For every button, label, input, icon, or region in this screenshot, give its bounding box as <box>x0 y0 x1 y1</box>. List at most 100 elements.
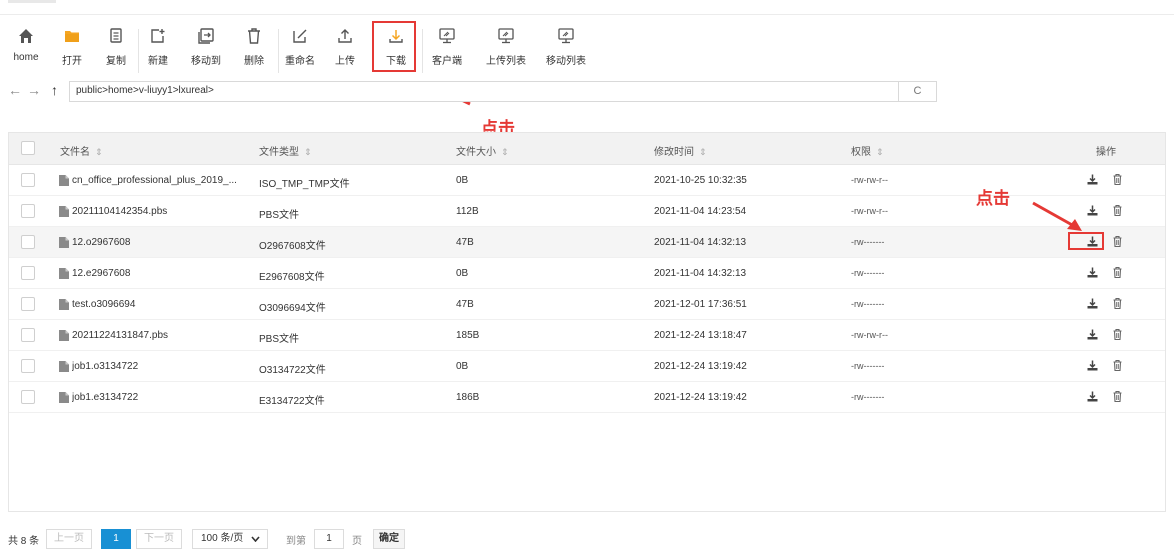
file-mtime: 2021-11-04 14:32:13 <box>654 268 747 279</box>
trash-icon[interactable] <box>1113 390 1122 405</box>
header-size[interactable]: 文件大小 ⇕ <box>456 143 509 158</box>
table-row[interactable]: job1.o3134722 O3134722文件 0B 2021-12-24 13:1… <box>9 351 1165 382</box>
file-icon <box>59 330 69 344</box>
download-icon[interactable] <box>1087 298 1098 312</box>
back-arrow-icon[interactable]: ← <box>8 82 22 98</box>
file-perm: -rw------- <box>851 268 885 278</box>
refresh-button[interactable]: C <box>899 81 937 102</box>
file-name[interactable]: job1.o3134722 <box>72 361 252 372</box>
file-size: 185B <box>456 330 480 341</box>
trash-icon[interactable] <box>1113 297 1122 312</box>
total-count: 共 8 条 <box>8 536 40 547</box>
move-to-button[interactable]: 移动到 <box>184 25 228 73</box>
client-button[interactable]: 客户端 <box>425 25 469 73</box>
table-row[interactable]: test.o3096694 O3096694文件 47B 2021-12-01 17:… <box>9 289 1165 320</box>
header-ops: 操作 <box>1096 147 1116 158</box>
upload-icon <box>323 25 367 47</box>
file-name[interactable]: 12.o2967608 <box>72 237 252 248</box>
toolbar-separator <box>422 29 423 73</box>
trash-icon[interactable] <box>1113 204 1122 219</box>
download-icon[interactable] <box>1087 391 1098 405</box>
header-type[interactable]: 文件类型 ⇕ <box>259 143 312 158</box>
sort-icon: ⇕ <box>501 147 509 157</box>
row-checkbox[interactable] <box>21 359 35 373</box>
row-download-highlight-box <box>1068 232 1104 250</box>
table-row[interactable]: 12.o2967608 O2967608文件 47B 2021-11-04 14:32… <box>9 227 1165 258</box>
row-checkbox[interactable] <box>21 235 35 249</box>
monitor-icon <box>484 25 528 47</box>
home-icon <box>4 25 48 47</box>
trash-icon[interactable] <box>1113 359 1122 374</box>
download-highlight-box <box>372 21 416 72</box>
file-name[interactable]: test.o3096694 <box>72 299 252 310</box>
download-icon[interactable] <box>1087 329 1098 343</box>
sort-icon: ⇕ <box>304 147 312 157</box>
file-icon <box>59 361 69 375</box>
file-mtime: 2021-12-24 13:19:42 <box>654 361 747 372</box>
page-suffix-label: 页 <box>352 536 362 547</box>
rename-button[interactable]: 重命名 <box>278 25 322 73</box>
monitor-icon <box>544 25 588 47</box>
path-input[interactable]: public>home>v-liuyy1>lxureal> <box>69 81 899 102</box>
file-mtime: 2021-11-04 14:32:13 <box>654 237 747 248</box>
file-size: 0B <box>456 268 469 279</box>
top-tab-indicator <box>8 0 56 3</box>
file-mtime: 2021-12-01 17:36:51 <box>654 299 747 310</box>
move-list-button[interactable]: 移动列表 <box>544 25 588 73</box>
file-name[interactable]: 12.e2967608 <box>72 268 252 279</box>
confirm-button[interactable]: 确定 <box>373 529 405 549</box>
copy-button[interactable]: 复制 <box>94 25 138 73</box>
file-perm: -rw------- <box>851 361 885 371</box>
delete-button[interactable]: 删除 <box>232 25 276 73</box>
current-page-button[interactable]: 1 <box>101 529 131 549</box>
row-checkbox[interactable] <box>21 204 35 218</box>
file-icon <box>59 268 69 282</box>
file-type: PBS文件 <box>259 210 300 221</box>
sort-icon: ⇕ <box>876 147 884 157</box>
forward-arrow-icon[interactable]: → <box>27 82 41 98</box>
file-name[interactable]: 20211224131847.pbs <box>72 330 252 341</box>
trash-icon[interactable] <box>1113 173 1122 188</box>
file-mtime: 2021-12-24 13:18:47 <box>654 330 747 341</box>
row-checkbox[interactable] <box>21 173 35 187</box>
table-row[interactable]: job1.e3134722 E3134722文件 186B 2021-12-24 13… <box>9 382 1165 413</box>
file-mtime: 2021-12-24 13:19:42 <box>654 392 747 403</box>
pagination: 共 8 条 上一页 1 下一页 100 条/页 到第 1 页 确定 <box>0 528 1174 550</box>
table-row[interactable]: 20211224131847.pbs PBS文件 185B 2021-12-24 13… <box>9 320 1165 351</box>
download-icon[interactable] <box>1087 205 1098 219</box>
file-type: ISO_TMP_TMP文件 <box>259 179 350 190</box>
trash-icon[interactable] <box>1113 328 1122 343</box>
goto-page-input[interactable]: 1 <box>314 529 344 549</box>
download-icon[interactable] <box>1087 174 1098 188</box>
row-checkbox[interactable] <box>21 266 35 280</box>
upload-button[interactable]: 上传 <box>323 25 367 73</box>
download-icon[interactable] <box>1087 360 1098 374</box>
file-name[interactable]: cn_office_professional_plus_2019_... <box>72 175 252 186</box>
prev-page-button[interactable]: 上一页 <box>46 529 92 549</box>
row-checkbox[interactable] <box>21 328 35 342</box>
select-all-checkbox[interactable] <box>21 141 35 155</box>
upload-list-button[interactable]: 上传列表 <box>484 25 528 73</box>
next-page-button[interactable]: 下一页 <box>136 529 182 549</box>
per-page-select[interactable]: 100 条/页 <box>192 529 268 549</box>
header-name[interactable]: 文件名 ⇕ <box>60 143 103 158</box>
download-icon[interactable] <box>1087 267 1098 281</box>
open-button[interactable]: 打开 <box>50 25 94 73</box>
trash-icon[interactable] <box>1113 266 1122 281</box>
home-button[interactable]: home <box>4 25 48 73</box>
file-name[interactable]: job1.e3134722 <box>72 392 252 403</box>
up-arrow-icon[interactable]: ↑ <box>51 82 58 98</box>
file-name[interactable]: 20211104142354.pbs <box>72 206 252 217</box>
header-mtime[interactable]: 修改时间 ⇕ <box>654 143 707 158</box>
header-perm[interactable]: 权限 ⇕ <box>851 143 884 158</box>
row-checkbox[interactable] <box>21 390 35 404</box>
new-button[interactable]: 新建 <box>136 25 180 73</box>
file-size: 186B <box>456 392 480 403</box>
file-perm: -rw-rw-r-- <box>851 175 888 185</box>
file-perm: -rw------- <box>851 299 885 309</box>
trash-icon[interactable] <box>1113 235 1122 250</box>
row-checkbox[interactable] <box>21 297 35 311</box>
table-row[interactable]: 12.e2967608 E2967608文件 0B 2021-11-04 14:32:… <box>9 258 1165 289</box>
home-label: home <box>13 52 39 63</box>
file-type: E2967608文件 <box>259 272 325 283</box>
